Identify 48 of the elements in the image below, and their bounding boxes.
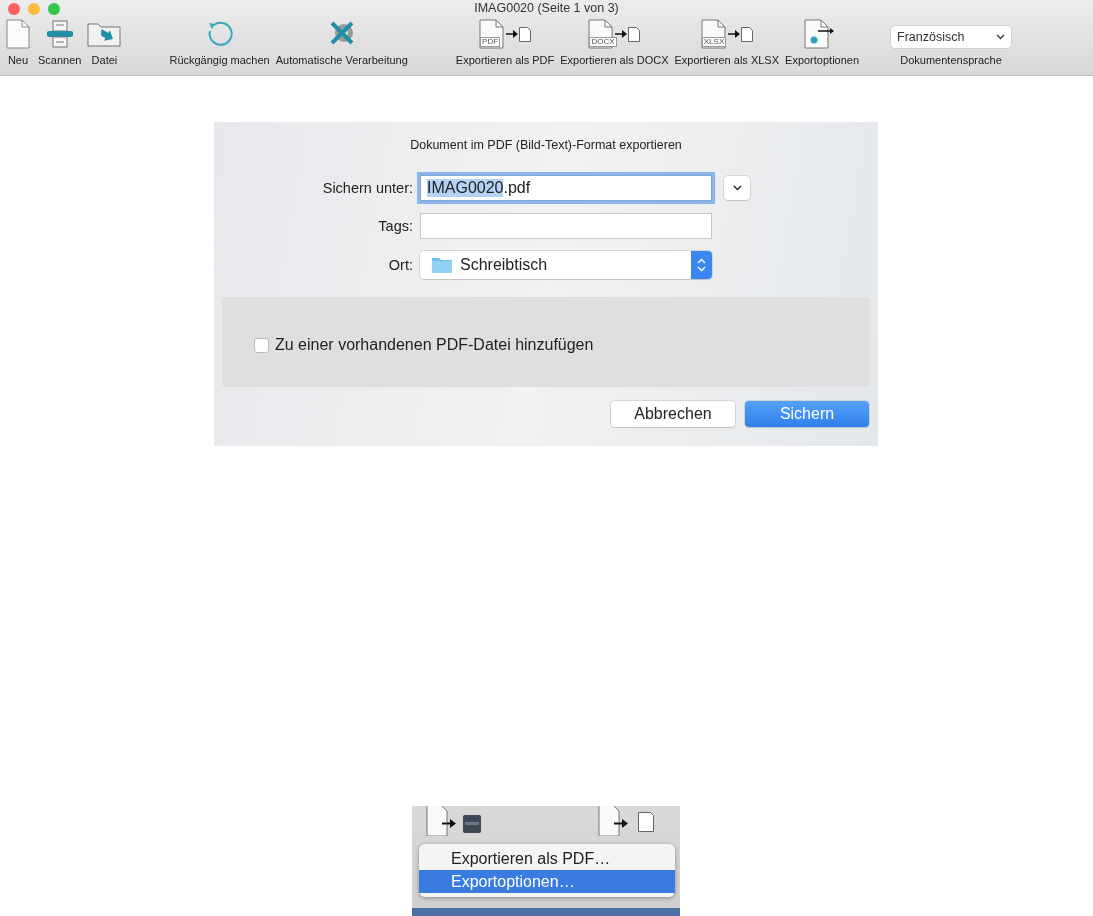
location-popup[interactable]: Schreibtisch bbox=[420, 251, 712, 279]
format-label: DOCX bbox=[589, 37, 617, 47]
input-field[interactable] bbox=[420, 213, 712, 239]
toolbar-button[interactable]: Rückgängig machen bbox=[169, 17, 270, 66]
document-icon bbox=[426, 806, 448, 836]
arrow-icon bbox=[727, 30, 740, 38]
field-label: Tags: bbox=[377, 218, 413, 234]
file-icon bbox=[519, 26, 532, 42]
toolbar-button[interactable]: Automatische Verarbeitung bbox=[275, 17, 408, 66]
document-icon bbox=[598, 806, 620, 836]
checkbox[interactable] bbox=[254, 337, 269, 353]
field-label: Sichern unter: bbox=[321, 180, 413, 196]
expand-button[interactable] bbox=[724, 176, 750, 200]
blank-page-icon bbox=[6, 19, 30, 49]
arrow-icon bbox=[506, 30, 519, 38]
format-label: PDF bbox=[480, 37, 501, 47]
file-icon bbox=[740, 26, 753, 42]
dropdown-caption: Dokumentensprache bbox=[900, 54, 1002, 66]
folder-icon bbox=[432, 257, 452, 273]
toolbar-button[interactable]: DOCX Exportieren als DOCX bbox=[560, 17, 669, 66]
window-title: IMAG0020 (Seite 1 von 3) bbox=[474, 1, 619, 15]
toolbar-button[interactable]: XLSX Exportieren als XLSX bbox=[674, 17, 780, 66]
menu-item[interactable]: Exportoptionen… bbox=[419, 870, 675, 893]
arrow-icon bbox=[615, 30, 628, 38]
file-icon bbox=[638, 812, 654, 832]
cancel-button[interactable]: Abbrechen bbox=[611, 401, 735, 427]
chevron-down-icon bbox=[996, 34, 1006, 40]
format-label: XLSX bbox=[701, 37, 727, 47]
stepper-icon bbox=[697, 258, 706, 272]
arrow-icon bbox=[442, 819, 456, 828]
toolbar-button[interactable]: Neu bbox=[6, 17, 30, 66]
minimize-button[interactable] bbox=[28, 3, 40, 15]
zoom-button[interactable] bbox=[48, 3, 60, 15]
menu-item[interactable]: Exportieren als PDF… bbox=[419, 847, 675, 870]
arrow-icon bbox=[614, 819, 628, 828]
folder-arrow-icon bbox=[87, 21, 122, 47]
close-button[interactable] bbox=[8, 3, 20, 15]
file-icon bbox=[628, 26, 641, 42]
toolbar-button[interactable]: Exportoptionen bbox=[785, 17, 860, 66]
field-label: Ort: bbox=[387, 257, 413, 273]
toolbar-button[interactable]: Scannen bbox=[38, 17, 82, 66]
dialog-title: Dokument im PDF (Bild-Text)-Format exportieren bbox=[410, 138, 682, 152]
language-dropdown[interactable]: Französisch bbox=[891, 26, 1012, 48]
checkbox-label: Zu einer vorhandenen PDF-Datei hinzufügen bbox=[275, 336, 594, 354]
input-field[interactable]: IMAG0020.pdf bbox=[420, 175, 712, 201]
toolbar-button[interactable]: Datei bbox=[87, 17, 122, 66]
toolbar-button[interactable]: PDF Exportieren als PDF bbox=[455, 17, 555, 66]
chevron-down-icon bbox=[732, 185, 742, 191]
